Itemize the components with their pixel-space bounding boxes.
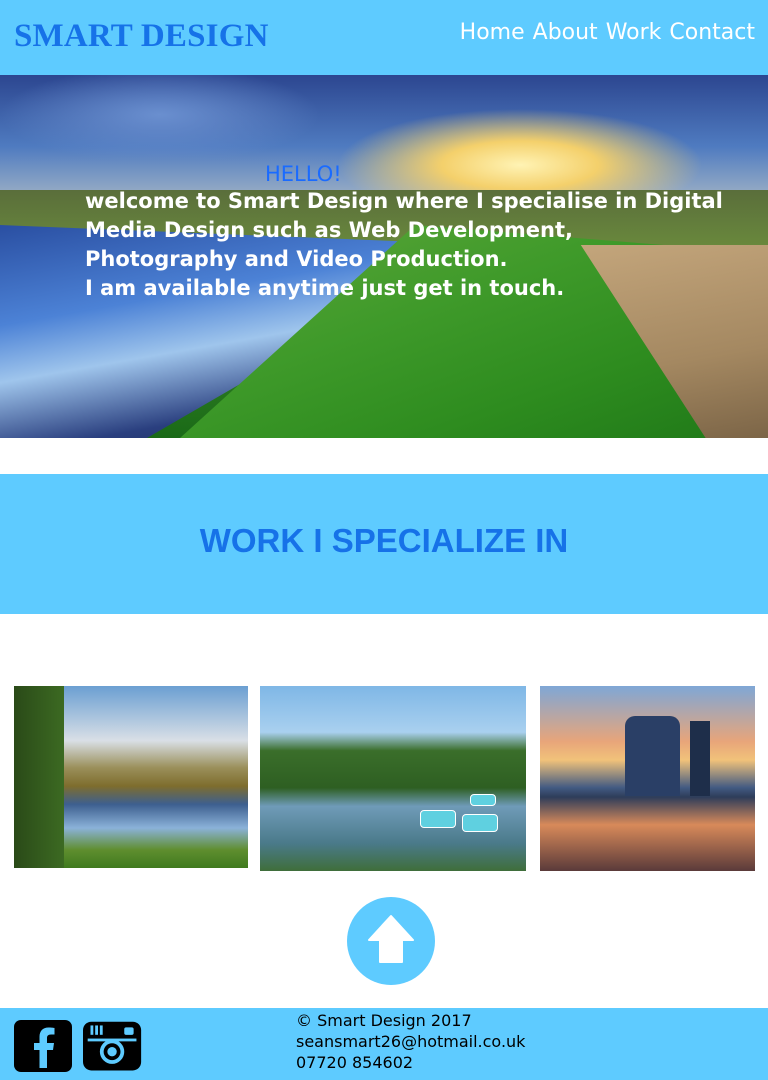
work-section-title: WORK I SPECIALIZE IN <box>199 522 569 559</box>
tower-shape <box>690 721 710 796</box>
footer-contact-info: © Smart Design 2017 seansmart26@hotmail.… <box>296 1010 525 1073</box>
back-to-top-button[interactable] <box>347 897 435 985</box>
nav-contact-link[interactable]: Contact <box>669 20 755 45</box>
building-shape <box>625 716 680 796</box>
hero-welcome-message: welcome to Smart Design where I speciali… <box>85 189 723 300</box>
gallery-photo-pedal-boats[interactable] <box>260 686 526 871</box>
instagram-icon[interactable] <box>83 1020 143 1074</box>
nav-home-link[interactable]: Home <box>460 20 525 45</box>
site-header: SMART DESIGN Home About Work Contact <box>0 0 768 75</box>
footer-copyright: © Smart Design 2017 <box>296 1011 472 1030</box>
brand-logo[interactable]: SMART DESIGN <box>14 18 269 55</box>
footer-phone[interactable]: 07720 854602 <box>296 1052 525 1073</box>
boat-shape <box>420 810 456 828</box>
gallery-photo-lake[interactable] <box>14 686 248 868</box>
facebook-icon[interactable] <box>14 1020 74 1074</box>
hero-text: HELLO! welcome to Smart Design where I s… <box>85 161 745 303</box>
up-arrow-icon <box>368 915 414 963</box>
site-footer: © Smart Design 2017 seansmart26@hotmail.… <box>0 1008 768 1080</box>
nav-work-link[interactable]: Work <box>606 20 662 45</box>
hero-greeting: HELLO! <box>265 162 342 186</box>
boat-shape <box>462 814 498 832</box>
nav-about-link[interactable]: About <box>533 20 598 45</box>
gallery-photo-waterfront-sunset[interactable] <box>540 686 755 871</box>
footer-email[interactable]: seansmart26@hotmail.co.uk <box>296 1031 525 1052</box>
work-section-banner: WORK I SPECIALIZE IN <box>0 474 768 614</box>
hero-banner: HELLO! welcome to Smart Design where I s… <box>0 75 768 438</box>
boat-shape <box>470 794 496 806</box>
main-nav: Home About Work Contact <box>460 20 755 45</box>
